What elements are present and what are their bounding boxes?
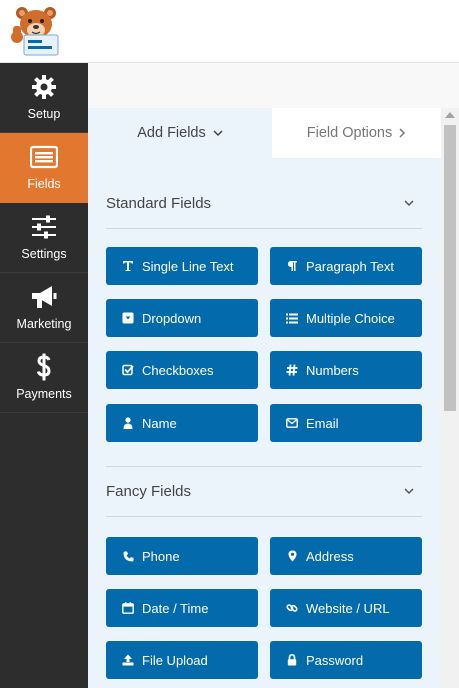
link-icon — [285, 601, 299, 615]
password-button[interactable]: Password — [270, 641, 422, 679]
sidebar-item-setup[interactable]: Setup — [0, 63, 88, 133]
button-label: Address — [306, 548, 354, 564]
fancy-fields-header[interactable]: Fancy Fields — [106, 467, 422, 517]
sidebar-item-label: Marketing — [16, 317, 72, 331]
standard-fields-header[interactable]: Standard Fields — [106, 179, 422, 229]
date-time-button[interactable]: Date / Time — [106, 589, 258, 627]
button-label: Phone — [142, 548, 180, 564]
scroll-up-arrow-icon[interactable] — [445, 112, 455, 118]
button-label: Password — [306, 652, 364, 668]
chevron-right-icon — [399, 128, 406, 138]
button-label: Email — [306, 415, 339, 431]
scrollbar-thumb[interactable] — [444, 125, 456, 411]
sidebar-item-fields[interactable]: Fields — [0, 133, 88, 203]
list-icon — [285, 311, 299, 325]
megaphone-icon — [32, 286, 57, 308]
dollar-icon — [37, 353, 51, 381]
tab-field-options[interactable]: Field Options — [272, 108, 441, 158]
map-marker-icon — [285, 549, 299, 563]
sidebar: Setup Fields Settings Marketing Payments — [0, 63, 88, 688]
checkboxes-button[interactable]: Checkboxes — [106, 351, 258, 389]
phone-icon — [121, 549, 135, 563]
button-label: Name — [142, 415, 177, 431]
button-label: Single Line Text — [142, 258, 234, 274]
button-label: Multiple Choice — [306, 310, 395, 326]
numbers-button[interactable]: Numbers — [270, 351, 422, 389]
sidebar-item-label: Settings — [21, 247, 67, 261]
address-button[interactable]: Address — [270, 537, 422, 575]
name-button[interactable]: Name — [106, 404, 258, 442]
button-label: File Upload — [142, 652, 208, 668]
sidebar-item-marketing[interactable]: Marketing — [0, 273, 88, 343]
sidebar-item-settings[interactable]: Settings — [0, 203, 88, 273]
multiple-choice-button[interactable]: Multiple Choice — [270, 299, 422, 337]
upload-icon — [121, 653, 135, 667]
tab-add-fields-label: Add Fields — [137, 125, 206, 141]
section-title: Standard Fields — [106, 195, 212, 212]
user-icon — [121, 416, 135, 430]
sidebar-item-label: Fields — [27, 177, 61, 191]
text-icon — [121, 259, 135, 273]
sidebar-item-label: Payments — [16, 387, 72, 401]
dropdown-icon — [121, 311, 135, 325]
panel-scrollbar[interactable] — [441, 108, 459, 688]
sidebar-item-payments[interactable]: Payments — [0, 343, 88, 413]
paragraph-icon — [285, 259, 299, 273]
hash-icon — [285, 363, 299, 377]
tab-field-options-label: Field Options — [306, 125, 393, 141]
builder-main: Add Fields Field Options Standard Fields… — [88, 63, 459, 688]
chevron-down-icon — [213, 129, 223, 136]
top-bar — [0, 0, 459, 63]
envelope-icon — [285, 416, 299, 430]
button-label: Date / Time — [142, 600, 209, 616]
add-fields-panel: Standard Fields Single Line Text Paragra… — [88, 158, 441, 688]
tab-add-fields[interactable]: Add Fields — [88, 108, 272, 158]
phone-button[interactable]: Phone — [106, 537, 258, 575]
button-label: Dropdown — [142, 310, 202, 326]
calendar-icon — [121, 601, 135, 615]
sidebar-item-label: Setup — [27, 107, 61, 121]
fields-icon — [30, 145, 58, 169]
button-label: Numbers — [306, 362, 359, 378]
email-button[interactable]: Email — [270, 404, 422, 442]
checkbox-icon — [121, 363, 135, 377]
panel-tabs: Add Fields Field Options — [88, 108, 441, 158]
wpforms-bear-logo — [11, 7, 59, 56]
paragraph-text-button[interactable]: Paragraph Text — [270, 247, 422, 285]
sliders-icon — [32, 215, 56, 239]
gear-icon — [32, 75, 56, 99]
dropdown-button[interactable]: Dropdown — [106, 299, 258, 337]
chevron-down-icon — [404, 200, 414, 207]
single-line-text-button[interactable]: Single Line Text — [106, 247, 258, 285]
button-label: Website / URL — [306, 600, 390, 616]
lock-icon — [285, 653, 299, 667]
button-label: Checkboxes — [142, 362, 214, 378]
button-label: Paragraph Text — [306, 258, 394, 274]
file-upload-button[interactable]: File Upload — [106, 641, 258, 679]
section-title: Fancy Fields — [106, 483, 192, 500]
chevron-down-icon — [404, 488, 414, 495]
website-url-button[interactable]: Website / URL — [270, 589, 422, 627]
